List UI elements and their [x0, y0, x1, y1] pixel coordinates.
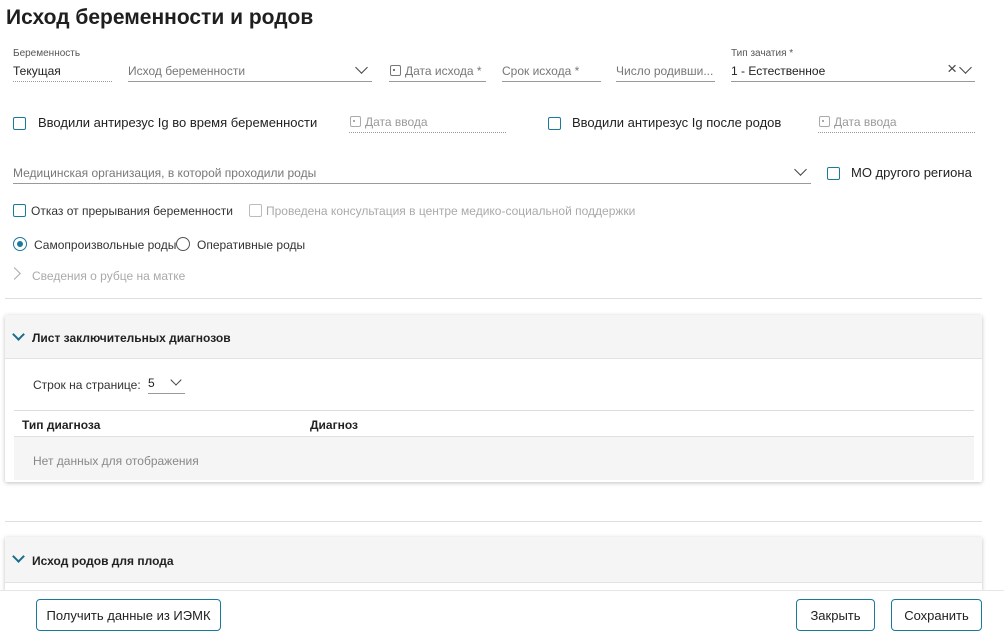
diagnoses-title: Лист заключительных диагнозов	[32, 331, 231, 345]
scar-info-toggle[interactable]: Сведения о рубце на матке	[32, 269, 185, 283]
get-emk-data-button[interactable]: Получить данные из ИЭМК	[36, 599, 221, 631]
antirhesus-during-date[interactable]: Дата ввода	[349, 113, 506, 133]
antirhesus-after-date[interactable]: Дата ввода	[818, 113, 975, 133]
col-diagnosis: Диагноз	[310, 418, 358, 432]
antirhesus-during-date-placeholder: Дата ввода	[365, 115, 428, 129]
chevron-down-icon[interactable]	[170, 374, 182, 386]
outcome-term-placeholder: Срок исхода *	[502, 64, 580, 78]
radio-operative-label: Оперативные роды	[197, 238, 306, 252]
outcome-date-input[interactable]: Дата исхода *	[389, 62, 486, 82]
diagnoses-header[interactable]: Лист заключительных диагнозов	[5, 315, 982, 359]
pregnancy-label: Беременность	[13, 48, 81, 59]
chevron-down-icon[interactable]	[12, 328, 25, 341]
radio-operative[interactable]	[176, 237, 190, 251]
consultation-checkbox[interactable]	[249, 204, 262, 217]
rows-per-page-label: Строк на странице:	[33, 378, 141, 392]
fetal-outcome-title: Исход родов для плода	[32, 554, 174, 568]
antirhesus-after-checkbox[interactable]	[548, 117, 561, 130]
refusal-termination-label: Отказ от прерывания беременности	[31, 204, 233, 218]
calendar-icon[interactable]	[819, 116, 830, 127]
outcome-select[interactable]: Исход беременности	[128, 61, 372, 82]
born-count-placeholder: Число родивши...	[616, 64, 714, 78]
fetal-outcome-card: Исход родов для плода	[5, 537, 982, 597]
clear-icon[interactable]: ×	[947, 59, 957, 79]
table-top-border	[14, 410, 974, 411]
chevron-down-icon[interactable]	[794, 163, 807, 176]
pregnancy-field[interactable]: Текущая	[13, 62, 112, 82]
table-empty-row: Нет данных для отображения	[14, 436, 974, 480]
med-org-placeholder: Медицинская организация, в которой прохо…	[13, 166, 317, 180]
fetal-outcome-header[interactable]: Исход родов для плода	[5, 537, 982, 583]
col-diagnosis-type: Тип диагноза	[22, 418, 101, 432]
empty-text: Нет данных для отображения	[33, 454, 199, 468]
antirhesus-during-checkbox[interactable]	[13, 117, 26, 130]
calendar-icon[interactable]	[350, 116, 361, 127]
outcome-placeholder: Исход беременности	[128, 64, 246, 78]
radio-spontaneous-label: Самопроизвольные роды	[34, 238, 177, 252]
diagnoses-card: Лист заключительных диагнозов Строк на с…	[5, 315, 982, 482]
save-button[interactable]: Сохранить	[891, 599, 982, 631]
mo-other-region-label: МО другого региона	[851, 165, 972, 180]
close-button[interactable]: Закрыть	[796, 599, 875, 631]
chevron-right-icon[interactable]	[8, 267, 21, 280]
radio-spontaneous[interactable]	[13, 237, 27, 251]
rows-per-page-select[interactable]: 5	[148, 374, 185, 394]
calendar-icon[interactable]	[390, 65, 401, 76]
divider	[5, 521, 982, 522]
rows-per-page-value: 5	[148, 376, 155, 390]
divider	[5, 298, 982, 299]
med-org-select[interactable]: Медицинская организация, в которой прохо…	[13, 163, 811, 184]
conception-value: 1 - Естественное	[731, 64, 826, 78]
antirhesus-after-date-placeholder: Дата ввода	[834, 115, 897, 129]
consultation-label: Проведена консультация в центре медико-с…	[266, 204, 636, 218]
chevron-down-icon[interactable]	[355, 61, 368, 74]
mo-other-region-checkbox[interactable]	[827, 167, 840, 180]
chevron-down-icon[interactable]	[12, 550, 25, 563]
conception-select[interactable]: 1 - Естественное ×	[731, 59, 975, 82]
page-title: Исход беременности и родов	[6, 6, 314, 29]
conception-label: Тип зачатия *	[731, 48, 794, 59]
born-count-input[interactable]: Число родивши...	[616, 62, 715, 82]
antirhesus-during-label: Вводили антирезус Ig во время беременнос…	[38, 115, 318, 130]
chevron-down-icon[interactable]	[959, 61, 972, 74]
outcome-term-input[interactable]: Срок исхода *	[502, 62, 601, 82]
antirhesus-after-label: Вводили антирезус Ig после родов	[572, 115, 782, 130]
outcome-date-placeholder: Дата исхода *	[405, 64, 482, 78]
refusal-termination-checkbox[interactable]	[13, 204, 26, 217]
pregnancy-value: Текущая	[13, 64, 61, 78]
